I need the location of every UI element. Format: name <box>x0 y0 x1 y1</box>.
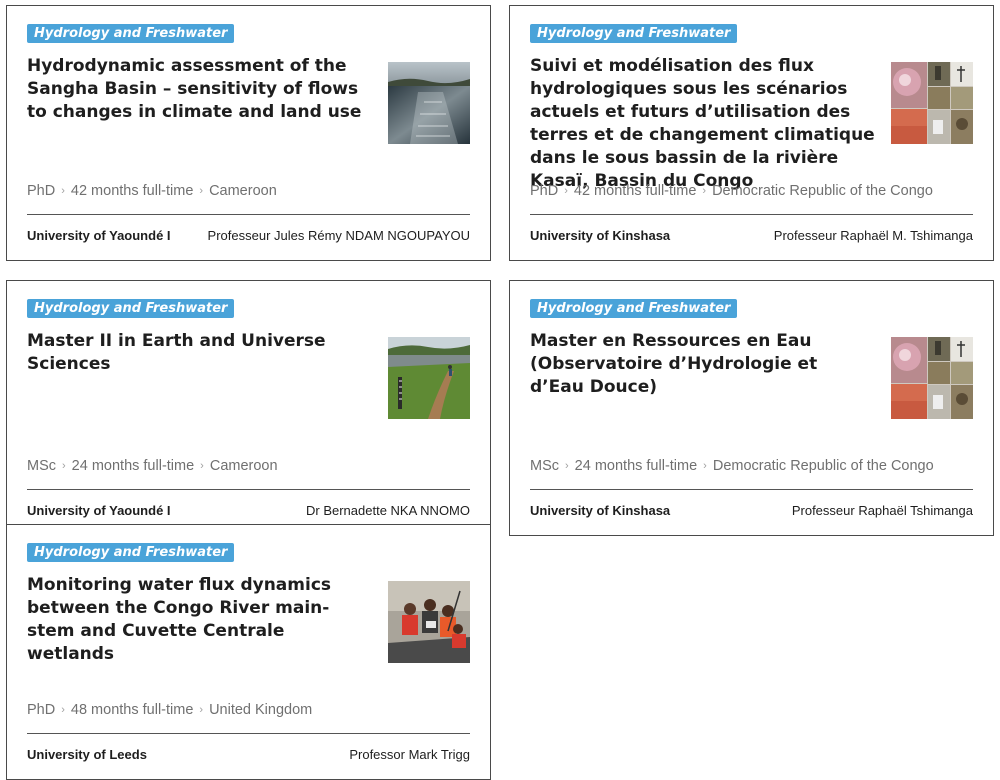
chevron-right-icon: › <box>61 704 65 716</box>
chevron-right-icon: › <box>199 185 204 197</box>
project-meta: PhD › 42 months full-time › Democratic Repub… <box>530 183 933 199</box>
category-tag[interactable]: Hydrology and Freshwater <box>27 24 235 43</box>
project-title[interactable]: Master en Ressources en Eau (Observatoir… <box>530 330 875 399</box>
duration: 42 months full-time <box>70 183 194 199</box>
project-title[interactable]: Master II in Earth and Universe Sciences <box>27 330 372 376</box>
divider <box>27 489 470 490</box>
project-title[interactable]: Hydrodynamic assessment of the Sangha Ba… <box>27 55 372 124</box>
category-tag[interactable]: Hydrology and Freshwater <box>530 299 738 318</box>
project-card[interactable]: Hydrology and Freshwater Hydrodynamic as… <box>6 5 491 261</box>
duration: 48 months full-time <box>70 702 194 718</box>
project-title[interactable]: Suivi et modélisation des flux hydrologi… <box>530 55 875 193</box>
project-card[interactable]: Hydrology and Freshwater Monitoring wate… <box>6 524 491 780</box>
chevron-right-icon: › <box>564 185 568 197</box>
collage-photo <box>891 337 973 419</box>
degree-level: PhD <box>27 183 56 199</box>
chevron-right-icon: › <box>200 460 204 472</box>
divider <box>530 489 973 490</box>
project-card[interactable]: Hydrology and Freshwater Master en Resso… <box>509 280 994 536</box>
degree-level: MSc <box>27 458 56 474</box>
chevron-right-icon: › <box>62 460 66 472</box>
project-card[interactable]: Hydrology and Freshwater Suivi et modéli… <box>509 5 994 261</box>
chevron-right-icon: › <box>702 185 707 197</box>
category-tag[interactable]: Hydrology and Freshwater <box>27 543 235 562</box>
duration: 24 months full-time <box>71 458 195 474</box>
country: Cameroon <box>209 183 277 199</box>
divider <box>530 214 973 215</box>
duration: 42 months full-time <box>573 183 697 199</box>
country: United Kingdom <box>209 702 313 718</box>
divider <box>27 214 470 215</box>
university: University of Kinshasa <box>530 228 671 243</box>
country: Democratic Republic of the Congo <box>712 458 934 474</box>
supervisor: Dr Bernadette NKA NNOMO <box>306 503 470 518</box>
category-tag[interactable]: Hydrology and Freshwater <box>530 24 738 43</box>
chevron-right-icon: › <box>61 185 65 197</box>
project-meta: MSc › 24 months full-time › Democratic Repub… <box>530 458 934 474</box>
riverbank-gauge-photo <box>388 337 470 419</box>
supervisor: Professeur Raphaël Tshimanga <box>791 503 973 518</box>
degree-level: PhD <box>27 702 56 718</box>
duration: 24 months full-time <box>574 458 698 474</box>
country: Democratic Republic of the Congo <box>712 183 933 199</box>
boat-crew-photo <box>388 581 470 663</box>
university: University of Kinshasa <box>530 503 671 518</box>
supervisor: Professeur Raphaël M. Tshimanga <box>773 228 973 243</box>
project-card[interactable]: Hydrology and Freshwater Master II in Ea… <box>6 280 491 536</box>
project-meta: PhD › 42 months full-time › Cameroon <box>27 183 277 199</box>
degree-level: MSc <box>530 458 559 474</box>
university: University of Yaoundé I <box>27 228 171 243</box>
degree-level: PhD <box>530 183 559 199</box>
chevron-right-icon: › <box>703 460 707 472</box>
chevron-right-icon: › <box>565 460 569 472</box>
project-meta: MSc › 24 months full-time › Cameroon <box>27 458 278 474</box>
category-tag[interactable]: Hydrology and Freshwater <box>27 299 235 318</box>
university: University of Yaoundé I <box>27 503 171 518</box>
project-title[interactable]: Monitoring water flux dynamics between t… <box>27 574 372 666</box>
river-photo <box>388 62 470 144</box>
project-meta: PhD › 48 months full-time › United Kingdom <box>27 702 312 718</box>
country: Cameroon <box>209 458 278 474</box>
chevron-right-icon: › <box>199 704 204 716</box>
supervisor: Professeur Jules Rémy NDAM NGOUPAYOU <box>207 228 470 243</box>
divider <box>27 733 470 734</box>
collage-photo <box>891 62 973 144</box>
